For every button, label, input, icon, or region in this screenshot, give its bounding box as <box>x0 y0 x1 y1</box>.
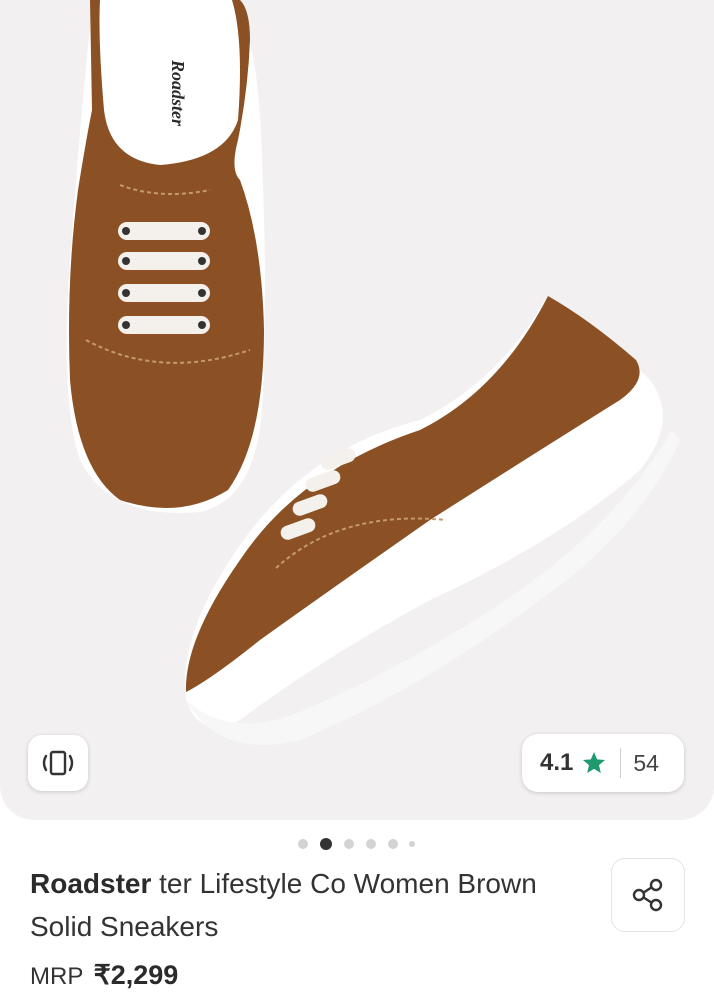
share-icon <box>632 878 663 912</box>
price-value: ₹2,299 <box>93 960 179 990</box>
star-icon <box>581 750 607 776</box>
carousel-dot-active[interactable] <box>320 838 332 850</box>
view-in-room-button[interactable] <box>28 735 88 791</box>
carousel-indicator <box>0 838 714 850</box>
share-button[interactable] <box>611 858 685 932</box>
carousel-dot[interactable] <box>366 839 376 849</box>
rating-count: 54 <box>633 749 659 776</box>
product-image: Roadster <box>66 0 680 745</box>
carousel-dot[interactable] <box>344 839 354 849</box>
rating-value: 4.1 <box>540 749 574 776</box>
price-row: MRP ₹2,299 <box>30 960 178 991</box>
product-brand[interactable]: Roadster <box>30 868 151 899</box>
rating-divider <box>620 748 622 778</box>
insole-brand-logo: Roadster <box>168 59 188 127</box>
carousel-dot[interactable] <box>388 839 398 849</box>
product-title: Roadster ter Lifestyle Co Women Brown So… <box>30 862 550 948</box>
ar-view-icon <box>42 750 74 776</box>
price-label: MRP <box>30 963 83 990</box>
rating-badge[interactable]: 4.1 54 <box>522 734 684 792</box>
carousel-dot[interactable] <box>409 841 415 847</box>
carousel-dot[interactable] <box>298 839 308 849</box>
product-image-gallery[interactable]: Roadster 4.1 54 <box>0 0 714 820</box>
